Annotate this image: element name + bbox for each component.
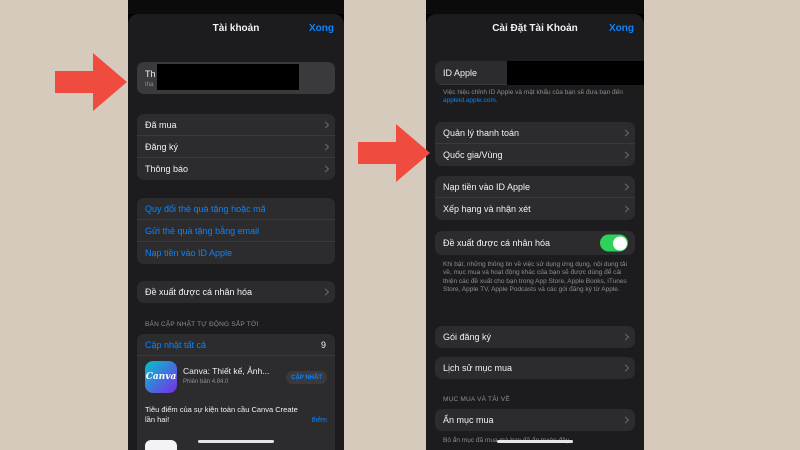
chevron-right-icon — [321, 142, 330, 151]
payment-region-group: Quản lý thanh toán Quốc gia/Vùng — [435, 122, 635, 166]
status-strip — [426, 0, 644, 14]
hidden-purchases-row[interactable]: Ẩn mục mua — [435, 409, 635, 431]
subscriptions-row[interactable]: Gói đăng ký — [435, 326, 635, 348]
apple-id-note-text: Việc hiệu chỉnh ID Apple và mật khẩu của… — [443, 89, 623, 96]
chevron-right-icon — [621, 364, 630, 372]
updates-group: Cập nhật tất cả 9 Canva Canva: Thiết kế,… — [137, 334, 335, 450]
toggle-knob — [612, 236, 627, 250]
app-name: Canva: Thiết kế, Ảnh... — [183, 366, 270, 376]
pointer-arrow-icon — [55, 53, 127, 111]
account-name: Th — [145, 69, 156, 79]
chevron-right-icon — [621, 205, 630, 213]
chevron-right-icon — [321, 120, 330, 129]
add-funds-link[interactable]: Nạp tiền vào ID Apple — [137, 242, 335, 264]
chevron-right-icon — [621, 333, 630, 341]
right-header: Cài Đặt Tài Khoản Xong — [426, 14, 644, 42]
send-gift-card-link[interactable]: Gửi thẻ quà tặng bằng email — [137, 220, 335, 242]
done-button[interactable]: Xong — [309, 23, 334, 34]
row-label: Ẩn mục mua — [443, 415, 494, 425]
personalized-description: Khi bật, những thông tin về việc sử dụng… — [443, 261, 627, 293]
row-label: Xếp hạng và nhận xét — [443, 204, 531, 214]
personalized-row[interactable]: Đề xuất được cá nhân hóa — [137, 281, 335, 303]
row-label: Đề xuất được cá nhân hóa — [443, 238, 550, 248]
ratings-reviews-row[interactable]: Xếp hạng và nhận xét — [435, 198, 635, 220]
row-label: Gói đăng ký — [443, 332, 492, 342]
release-notes: Tiêu điểm của sự kiện toàn cầu Canva Cre… — [145, 405, 298, 424]
add-funds-row[interactable]: Nạp tiền vào ID Apple — [435, 176, 635, 198]
redaction-box — [507, 61, 644, 85]
app-update-item: Canva Canva: Thiết kế, Ảnh... Phiên bản … — [137, 356, 335, 402]
manage-payments-row[interactable]: Quản lý thanh toán — [435, 122, 635, 144]
appleid-link[interactable]: appleid.apple.com. — [443, 97, 498, 104]
updates-section-header: BẢN CẬP NHẬT TỰ ĐỘNG SẮP TỚI — [145, 321, 259, 328]
apple-id-group: ID Apple — [435, 61, 644, 85]
notifications-row[interactable]: Thông báo — [137, 158, 335, 180]
row-label: Thông báo — [145, 164, 189, 174]
canva-app-icon[interactable]: Canva — [145, 361, 177, 393]
apple-id-label: ID Apple — [443, 67, 478, 78]
update-all-row[interactable]: Cập nhật tất cả 9 — [137, 334, 335, 356]
account-card[interactable]: Th tha — [137, 62, 335, 94]
personalized-toggle[interactable] — [600, 234, 628, 252]
purchases-group: Đã mua Đăng ký Thông báo — [137, 114, 335, 180]
subscriptions-row[interactable]: Đăng ký — [137, 136, 335, 158]
row-label: Đề xuất được cá nhân hóa — [145, 287, 252, 297]
left-header: Tài khoản Xong — [128, 14, 344, 42]
done-button[interactable]: Xong — [609, 23, 634, 34]
personalized-row: Đề xuất được cá nhân hóa — [435, 231, 635, 255]
row-label: Lịch sử mục mua — [443, 363, 513, 373]
row-label: Quốc gia/Vùng — [443, 150, 503, 160]
purchased-row[interactable]: Đã mua — [137, 114, 335, 136]
chevron-right-icon — [621, 416, 630, 424]
home-indicator — [198, 440, 274, 443]
app-version: Phiên bản 4.84.0 — [183, 379, 229, 385]
update-count: 9 — [320, 339, 326, 350]
purchase-history-row[interactable]: Lịch sử mục mua — [435, 357, 635, 379]
home-indicator — [497, 440, 573, 443]
downloads-group: Ẩn mục mua — [435, 409, 635, 431]
chevron-right-icon — [321, 288, 330, 296]
country-region-row[interactable]: Quốc gia/Vùng — [435, 144, 635, 166]
redaction-box — [157, 64, 299, 90]
subscriptions-group: Gói đăng ký — [435, 326, 635, 348]
row-label: Đã mua — [145, 119, 177, 130]
status-strip — [128, 0, 344, 14]
update-all-button[interactable]: Cập nhật tất cả — [145, 340, 206, 350]
account-email: tha — [145, 82, 154, 88]
gift-links-group: Quy đổi thẻ quà tặng hoặc mã Gửi thẻ quà… — [137, 198, 335, 264]
left-phone-screen: Tài khoản Xong Th tha Đã mua Đăng ký Thô… — [128, 0, 344, 450]
downloads-section-header: MỤC MUA VÀ TẢI VỀ — [443, 396, 510, 403]
row-label: Quản lý thanh toán — [443, 127, 520, 138]
personalized-group: Đề xuất được cá nhân hóa — [137, 281, 335, 303]
row-label: Đăng ký — [145, 141, 179, 152]
chevron-right-icon — [621, 128, 630, 137]
row-label: Nạp tiền vào ID Apple — [443, 181, 531, 192]
funds-ratings-group: Nạp tiền vào ID Apple Xếp hạng và nhận x… — [435, 176, 635, 220]
right-phone-screen: Cài Đặt Tài Khoản Xong ID Apple Việc hiệ… — [426, 0, 644, 450]
personalized-group: Đề xuất được cá nhân hóa — [435, 231, 635, 255]
redeem-gift-card-link[interactable]: Quy đổi thẻ quà tặng hoặc mã — [137, 198, 335, 220]
next-app-icon — [145, 440, 177, 450]
more-link[interactable]: thêm — [311, 417, 327, 424]
pointer-arrow-icon — [358, 124, 430, 182]
chevron-right-icon — [621, 151, 630, 159]
update-button[interactable]: CẬP NHẬT — [286, 371, 327, 384]
apple-id-note: Việc hiệu chỉnh ID Apple và mật khẩu của… — [443, 89, 632, 106]
chevron-right-icon — [621, 182, 630, 191]
purchase-history-group: Lịch sử mục mua — [435, 357, 635, 379]
chevron-right-icon — [321, 165, 330, 173]
